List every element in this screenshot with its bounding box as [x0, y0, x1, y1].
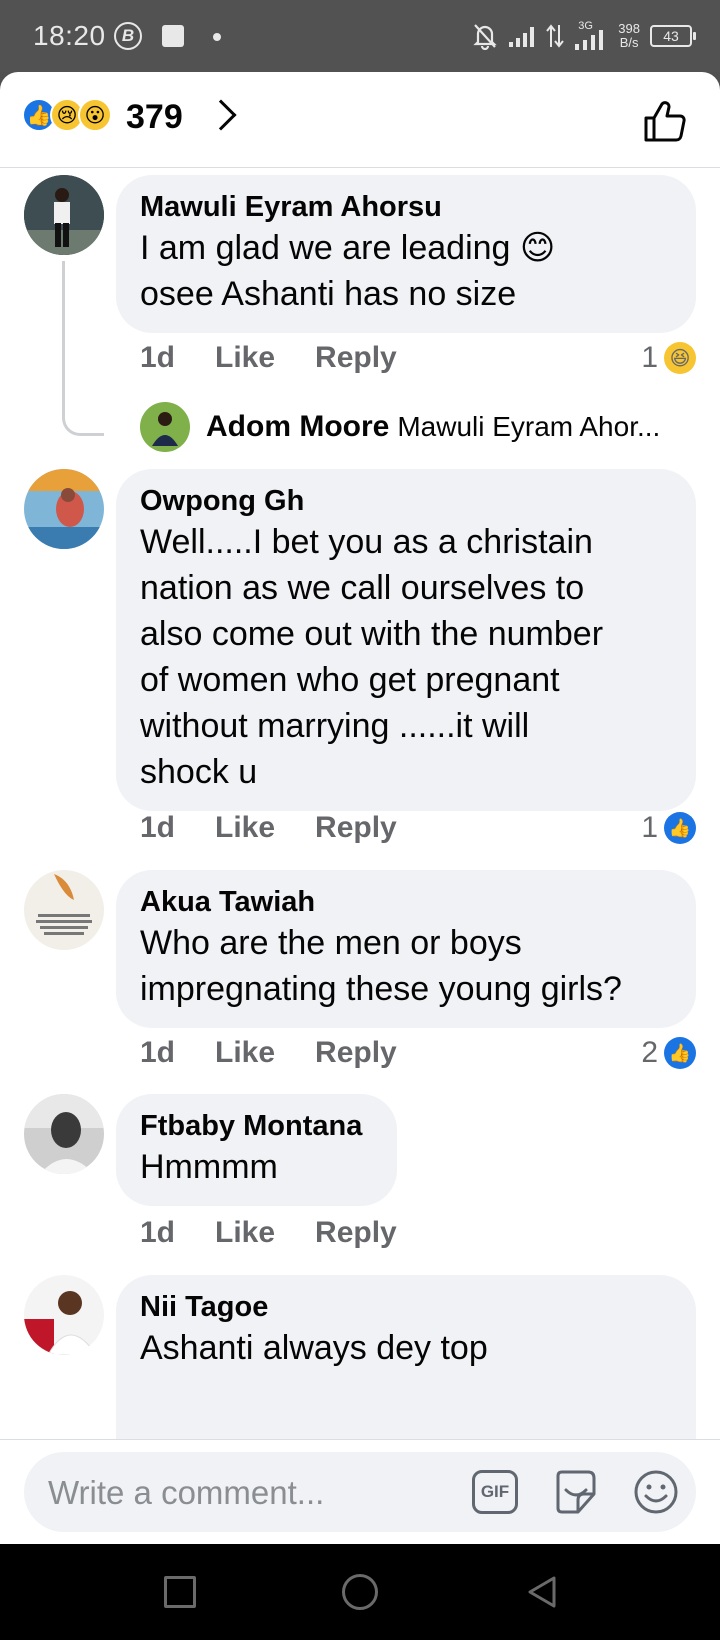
comment-reaction-summary[interactable]: 2 👍 [641, 1036, 696, 1070]
comment-input[interactable] [48, 1472, 438, 1514]
comment-bubble[interactable]: Owpong Gh Well.....I bet you as a christ… [116, 469, 696, 811]
comment-text-line: osee Ashanti has no size [140, 275, 517, 313]
comment-reaction-summary[interactable]: 1 👍 [641, 811, 696, 845]
haha-reaction-icon: 😆 [664, 342, 696, 374]
comment-text-line: Hmmmm [140, 1148, 278, 1186]
wow-reaction-icon: 😮 [78, 98, 112, 132]
comment-author[interactable]: Nii Tagoe [140, 1289, 672, 1325]
comment-actions: 1d Like Reply [140, 811, 397, 845]
like-reaction-icon: 👍 [664, 1037, 696, 1069]
comment-actions: 1d Like Reply [140, 1036, 397, 1070]
comment-reaction-summary[interactable]: 1 😆 [641, 341, 696, 375]
data-transfer-icon [546, 24, 565, 48]
signal-strength-icon [509, 27, 535, 47]
comment-actions: 1d Like Reply [140, 341, 397, 375]
back-icon[interactable] [522, 1572, 562, 1612]
emoji-icon[interactable] [632, 1468, 680, 1516]
comment-composer[interactable]: GIF [24, 1452, 696, 1532]
chevron-right-icon[interactable] [205, 99, 237, 131]
signal-3g-icon: 3G [574, 20, 608, 50]
reply-button[interactable]: Reply [315, 1036, 397, 1070]
gif-icon[interactable]: GIF [472, 1470, 518, 1514]
reply-thread-line [62, 261, 104, 436]
reply-button[interactable]: Reply [315, 341, 397, 375]
comment-text-line: shock u [140, 753, 258, 791]
like-button-icon[interactable] [640, 96, 690, 146]
comment-author[interactable]: Akua Tawiah [140, 884, 672, 920]
comment-text-line: Who are the men or boys [140, 924, 522, 962]
comment-text-line: Well.....I bet you as a christain [140, 523, 593, 561]
comment-text-line: also come out with the number [140, 615, 604, 653]
avatar[interactable] [24, 175, 104, 255]
app-notification-icon [162, 25, 184, 47]
status-time: 18:20 [33, 20, 106, 51]
recent-apps-icon[interactable] [164, 1576, 196, 1608]
comment-text-line: without marrying ......it will [140, 707, 530, 745]
reaction-icons[interactable]: 👍 😢 😮 [22, 98, 112, 132]
comment-reaction-count: 2 [641, 1036, 658, 1069]
reaction-count[interactable]: 379 [126, 98, 183, 137]
comment-bubble[interactable]: Ftbaby Montana Hmmmm [116, 1094, 397, 1206]
like-button[interactable]: Like [215, 1036, 275, 1070]
comment-author[interactable]: Mawuli Eyram Ahorsu [140, 189, 672, 225]
comment-bubble[interactable]: Nii Tagoe Ashanti always dey top [116, 1275, 696, 1439]
battery-icon: 43 [650, 25, 696, 47]
reply-snippet: Mawuli Eyram Ahor... [397, 411, 661, 442]
reply-preview[interactable]: Adom Moore Mawuli Eyram Ahor... [140, 402, 660, 452]
home-icon[interactable] [342, 1574, 378, 1610]
reply-author[interactable]: Adom Moore [206, 410, 389, 444]
comment-bubble[interactable]: Mawuli Eyram Ahorsu I am glad we are lea… [116, 175, 696, 333]
comment-composer-bar: GIF [0, 1439, 720, 1544]
avatar[interactable] [24, 469, 104, 549]
avatar[interactable] [24, 1094, 104, 1174]
comment-text-line: impregnating these young girls? [140, 970, 622, 1008]
comment-text-line: I am glad we are leading 😊 [140, 229, 556, 267]
comment-reaction-count: 1 [641, 341, 658, 374]
comment-actions: 1d Like Reply [140, 1216, 397, 1250]
comment-time: 1d [140, 341, 176, 374]
comment-author[interactable]: Ftbaby Montana [140, 1108, 373, 1144]
comment-list: Mawuli Eyram Ahorsu I am glad we are lea… [0, 169, 720, 1439]
b-badge-icon: B [114, 22, 142, 50]
more-notifications-dot-icon [213, 33, 221, 41]
comment-bubble[interactable]: Akua Tawiah Who are the men or boys impr… [116, 870, 696, 1028]
comment-text-line: of women who get pregnant [140, 661, 560, 699]
comment-time: 1d [140, 811, 176, 844]
like-reaction-icon: 👍 [664, 812, 696, 844]
comment-text-line: Ashanti always dey top [140, 1329, 488, 1367]
comment-author[interactable]: Owpong Gh [140, 483, 672, 519]
network-speed-value: 398 [618, 21, 640, 36]
network-speed-unit: B/s [619, 35, 639, 50]
like-button[interactable]: Like [215, 341, 275, 375]
system-navigation-bar [0, 1544, 720, 1640]
mute-bell-icon [473, 24, 497, 50]
comment-text-line: nation as we call ourselves to [140, 569, 585, 607]
like-button[interactable]: Like [215, 811, 275, 845]
status-indicators: 3G 398 B/s 43 [472, 14, 696, 58]
reply-button[interactable]: Reply [315, 811, 397, 845]
sticker-icon[interactable] [552, 1468, 600, 1516]
comment-time: 1d [140, 1216, 176, 1249]
reactions-header[interactable]: 👍 😢 😮 379 [0, 72, 720, 168]
comment-reaction-count: 1 [641, 811, 658, 844]
network-speed: 398 B/s [618, 22, 640, 50]
avatar[interactable] [24, 870, 104, 950]
reply-avatar[interactable] [140, 402, 190, 452]
avatar[interactable] [24, 1275, 104, 1355]
reply-button[interactable]: Reply [315, 1216, 397, 1250]
status-bar: 18:20 B 3G 398 B/s 43 [0, 0, 720, 72]
comments-sheet: 👍 😢 😮 379 Mawuli Eyram Ahorsu I am glad … [0, 72, 720, 1544]
like-button[interactable]: Like [215, 1216, 275, 1250]
comment-time: 1d [140, 1036, 176, 1069]
